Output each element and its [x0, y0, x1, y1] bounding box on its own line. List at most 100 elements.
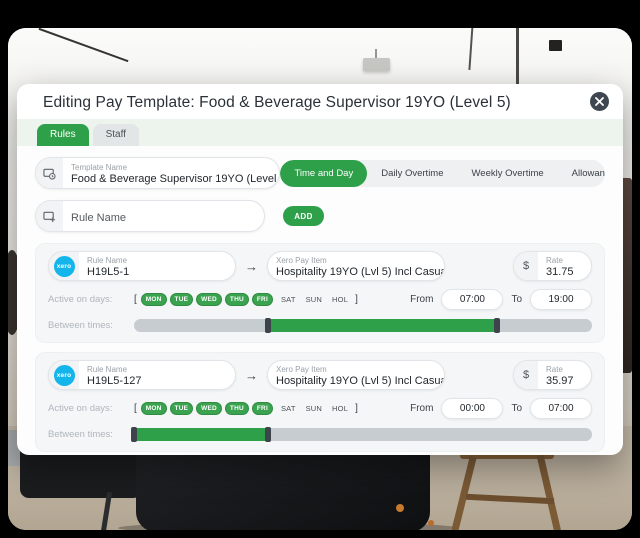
tab-time-and-day[interactable]: Time and Day: [280, 160, 367, 187]
rate-text: Rate 35.97: [538, 361, 583, 389]
rule-icon-prefix: [36, 201, 63, 231]
template-row: Template Name Food & Beverage Supervisor…: [35, 157, 605, 189]
rule-card: xero Rule Name H19L5-1 → Xero Pay Item H…: [35, 243, 605, 343]
wall-speaker: [549, 40, 562, 51]
from-time-input[interactable]: 00:00: [441, 398, 503, 419]
template-schedule-icon: [43, 167, 56, 180]
rule-name-text: Rule Name H19L5-127: [79, 361, 150, 389]
active-days-label: Active on days:: [48, 403, 132, 414]
from-label: From: [410, 294, 433, 305]
rule-name-value: H19L5-127: [87, 375, 141, 389]
day-chip-sun[interactable]: SUN: [306, 404, 322, 413]
modal-header: Editing Pay Template: Food & Beverage Su…: [17, 84, 623, 119]
arrow-right-icon: →: [245, 259, 258, 274]
day-chip-thu[interactable]: THU: [225, 293, 249, 306]
active-days-row: Active on days: [ MON TUE WED THU FRI SA…: [48, 398, 592, 419]
new-rule-name-input[interactable]: [71, 212, 255, 224]
slider-handle-end[interactable]: [494, 318, 500, 333]
dollar-icon: $: [514, 252, 538, 280]
day-chip-hol[interactable]: HOL: [332, 404, 348, 413]
day-chip-sat[interactable]: SAT: [281, 404, 296, 413]
day-chip-tue[interactable]: TUE: [170, 402, 194, 415]
pay-item-field[interactable]: Xero Pay Item Hospitality 19YO (Lvl 5) I…: [267, 251, 445, 281]
rule-name-field[interactable]: xero Rule Name H19L5-1: [48, 251, 236, 281]
from-time-input[interactable]: 07:00: [441, 289, 503, 310]
day-chip-tue[interactable]: TUE: [170, 293, 194, 306]
bracket-close: ]: [355, 294, 358, 305]
bracket-open: [: [134, 294, 137, 305]
slider-handle-start[interactable]: [265, 318, 271, 333]
time-range-group: From 00:00 To 07:00: [410, 398, 592, 419]
rate-field[interactable]: $ Rate 31.75: [513, 251, 592, 281]
to-time-input[interactable]: 07:00: [530, 398, 592, 419]
slider-fill: [268, 319, 497, 332]
rule-fields-row: xero Rule Name H19L5-1 → Xero Pay Item H…: [48, 251, 592, 281]
projector-mount: [375, 49, 377, 58]
time-range-slider[interactable]: [134, 428, 592, 441]
rule-name-text: Rule Name H19L5-1: [79, 252, 138, 280]
tab-weekly-overtime[interactable]: Weekly Overtime: [458, 160, 558, 187]
day-chip-thu[interactable]: THU: [225, 402, 249, 415]
time-range-slider[interactable]: [134, 319, 592, 332]
to-label: To: [511, 403, 522, 414]
bracket-close: ]: [355, 403, 358, 414]
tab-allowances[interactable]: Allowances: [558, 160, 605, 187]
rate-value: 31.75: [546, 266, 574, 280]
day-chip-fri[interactable]: FRI: [252, 293, 273, 306]
between-times-row: Between times:: [48, 319, 592, 332]
bracket-open: [: [134, 403, 137, 414]
pay-item-value: Hospitality 19YO (Lvl 5) Incl Casual: [276, 375, 435, 389]
rate-field[interactable]: $ Rate 35.97: [513, 360, 592, 390]
pay-item-label: Xero Pay Item: [276, 256, 435, 266]
day-chip-mon[interactable]: MON: [141, 293, 167, 306]
add-rule-row: ADD: [35, 200, 605, 232]
to-time-input[interactable]: 19:00: [530, 289, 592, 310]
rule-name-field[interactable]: xero Rule Name H19L5-127: [48, 360, 236, 390]
slider-handle-end[interactable]: [265, 427, 271, 442]
tab-rules[interactable]: Rules: [37, 124, 89, 146]
modal-title: Editing Pay Template: Food & Beverage Su…: [43, 94, 603, 112]
rate-value: 35.97: [546, 375, 574, 389]
template-name-field[interactable]: Template Name Food & Beverage Supervisor…: [35, 157, 280, 189]
projector: [363, 58, 390, 71]
pay-item-field[interactable]: Xero Pay Item Hospitality 19YO (Lvl 5) I…: [267, 360, 445, 390]
arrow-right-icon: →: [245, 368, 258, 383]
window-frame: [516, 28, 519, 86]
new-rule-name-text: [63, 201, 264, 231]
floor-detail: [396, 504, 404, 512]
tab-staff[interactable]: Staff: [93, 124, 139, 146]
tab-daily-overtime[interactable]: Daily Overtime: [367, 160, 457, 187]
close-button[interactable]: [590, 92, 609, 111]
pay-template-modal: Editing Pay Template: Food & Beverage Su…: [17, 84, 623, 455]
to-label: To: [511, 294, 522, 305]
screenshot-root: Editing Pay Template: Food & Beverage Su…: [0, 0, 640, 538]
add-rule-icon: [43, 210, 56, 223]
template-name-value: Food & Beverage Supervisor 19YO (Level 5…: [71, 173, 270, 187]
template-icon-prefix: [36, 158, 63, 188]
section-tab-bar: Time and Day Daily Overtime Weekly Overt…: [280, 160, 605, 187]
day-chip-sat[interactable]: SAT: [281, 295, 296, 304]
rule-name-label: Rule Name: [87, 256, 129, 266]
new-rule-name-field[interactable]: [35, 200, 265, 232]
day-chip-mon[interactable]: MON: [141, 402, 167, 415]
active-days-label: Active on days:: [48, 294, 132, 305]
floor-detail: [428, 520, 434, 526]
day-chip-hol[interactable]: HOL: [332, 295, 348, 304]
day-chip-wed[interactable]: WED: [196, 402, 222, 415]
day-chip-sun[interactable]: SUN: [306, 295, 322, 304]
rule-name-value: H19L5-1: [87, 266, 129, 280]
main-tab-strip: Rules Staff: [17, 119, 623, 146]
dollar-icon: $: [514, 361, 538, 389]
day-chip-fri[interactable]: FRI: [252, 402, 273, 415]
day-chip-wed[interactable]: WED: [196, 293, 222, 306]
slider-handle-start[interactable]: [131, 427, 137, 442]
between-times-row: Between times:: [48, 428, 592, 441]
between-times-label: Between times:: [48, 320, 132, 331]
from-label: From: [410, 403, 433, 414]
active-days-row: Active on days: [ MON TUE WED THU FRI SA…: [48, 289, 592, 310]
rate-text: Rate 31.75: [538, 252, 583, 280]
add-button[interactable]: ADD: [283, 206, 324, 226]
rule-name-label: Rule Name: [87, 365, 141, 375]
template-name-label: Template Name: [71, 163, 270, 173]
close-icon: [595, 97, 604, 106]
